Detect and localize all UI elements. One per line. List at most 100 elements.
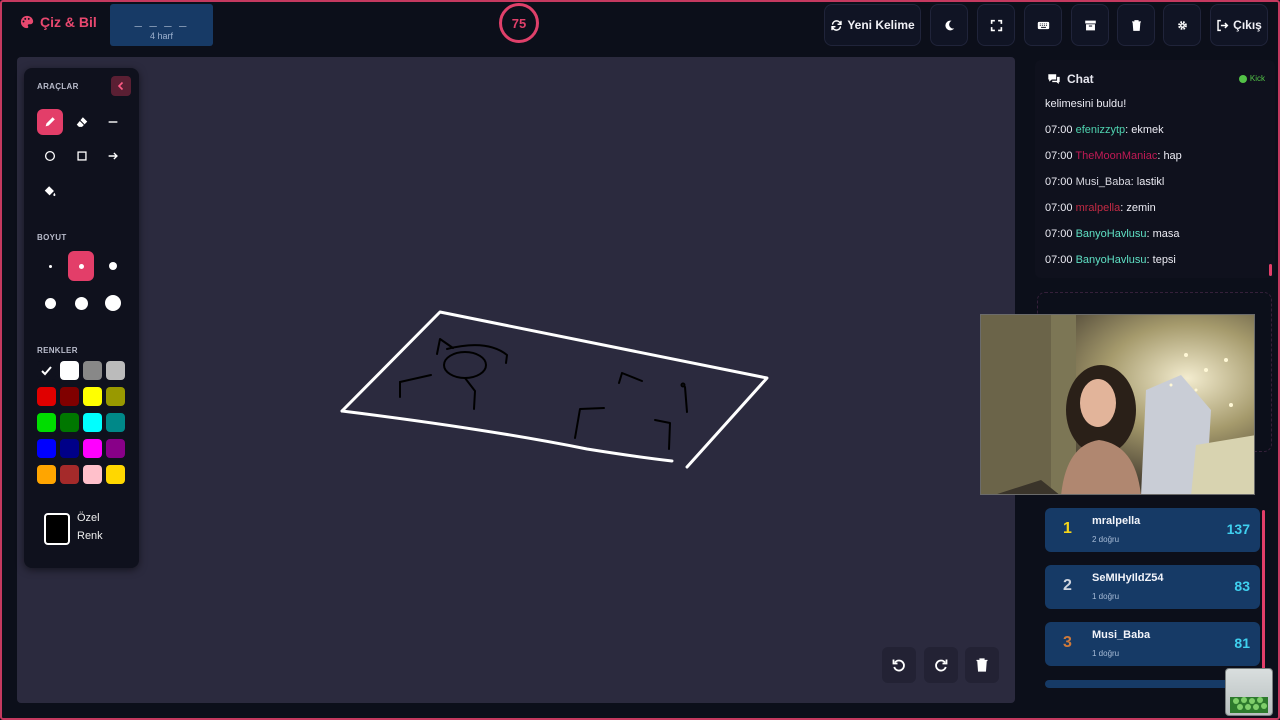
chat-message: 07:00 mralpella: zemin [1045, 202, 1156, 214]
size-option-1[interactable] [37, 251, 63, 281]
pencil-tool[interactable] [37, 109, 63, 135]
rectangle-tool[interactable] [69, 143, 95, 169]
undo-button[interactable] [882, 647, 916, 683]
message-time: 07:00 [1045, 150, 1073, 162]
message-text: : ekmek [1125, 124, 1164, 136]
redo-button[interactable] [924, 647, 958, 683]
tools-panel: ARAÇLAR BOYUT RENKLER Özel Renk [24, 68, 139, 568]
chat-header: Chat [1047, 72, 1094, 86]
platform-status: Kick [1238, 74, 1265, 83]
message-time: 07:00 [1045, 176, 1073, 188]
app-title: Çiz & Bil [40, 14, 97, 30]
message-time: 07:00 [1045, 228, 1073, 240]
line-tool[interactable] [100, 109, 126, 135]
word-hint: 4 harf [149, 31, 173, 41]
player-score: 81 [1234, 635, 1250, 651]
color-swatch[interactable] [106, 465, 125, 484]
message-user[interactable]: BanyoHavlusu [1076, 228, 1147, 240]
color-swatch[interactable] [106, 439, 125, 458]
message-user[interactable]: mralpella [1076, 202, 1121, 214]
check-icon [41, 366, 52, 376]
chat-panel: Chat Kick kelimesini buldu! 07:00 efeniz… [1035, 60, 1275, 278]
exit-button[interactable]: Çıkış [1210, 4, 1268, 46]
leaderboard-row: 1 mralpella 2 doğru 137 [1045, 508, 1260, 552]
fullscreen-button[interactable] [977, 4, 1015, 46]
message-time: 07:00 [1045, 202, 1073, 214]
custom-color-swatch[interactable] [44, 513, 70, 545]
color-swatch[interactable] [106, 361, 125, 380]
clear-all-button[interactable] [1117, 4, 1155, 46]
color-swatch[interactable] [83, 465, 102, 484]
chevron-left-icon [117, 81, 124, 91]
correct-count: 2 doğru [1092, 535, 1120, 544]
new-word-button[interactable]: Yeni Kelime [824, 4, 921, 46]
size-option-3[interactable] [100, 251, 126, 281]
custom-color-label: Özel Renk [77, 512, 103, 542]
color-swatch[interactable] [60, 465, 79, 484]
message-user[interactable]: BanyoHavlusu [1076, 254, 1147, 266]
clear-canvas-button[interactable] [965, 647, 999, 683]
size-heading: BOYUT [37, 233, 67, 242]
color-swatch[interactable] [37, 413, 56, 432]
palette-icon [20, 15, 34, 29]
color-swatch[interactable] [106, 387, 125, 406]
fill-tool[interactable] [37, 178, 63, 204]
dark-mode-button[interactable] [930, 4, 968, 46]
webcam-overlay [980, 314, 1255, 495]
message-user[interactable]: TheMoonManiac [1075, 150, 1157, 162]
color-swatch[interactable] [60, 439, 79, 458]
circle-tool[interactable] [37, 143, 63, 169]
chat-message: 07:00 efenizzytp: ekmek [1045, 124, 1164, 136]
size-option-2[interactable] [68, 251, 94, 281]
chat-title: Chat [1067, 72, 1094, 86]
size-dot [105, 295, 121, 311]
message-user[interactable]: Musi_Baba [1076, 176, 1131, 188]
trash-icon [1131, 19, 1141, 31]
keyboard-button[interactable] [1024, 4, 1062, 46]
paint-bucket-icon [44, 186, 56, 197]
leaderboard-scrollbar[interactable] [1262, 510, 1265, 688]
platform-name: Kick [1249, 74, 1265, 83]
undo-icon [892, 659, 905, 672]
colors-heading: RENKLER [37, 346, 78, 355]
color-swatch[interactable] [37, 439, 56, 458]
color-swatch[interactable] [83, 439, 102, 458]
color-swatch[interactable] [83, 387, 102, 406]
collapse-panel-button[interactable] [111, 76, 131, 96]
drawing-canvas[interactable] [17, 57, 1015, 703]
status-dot [1238, 74, 1247, 83]
message-user[interactable]: efenizzytp [1076, 124, 1126, 136]
size-option-4[interactable] [37, 288, 63, 318]
player-name: SeMIHyIldZ54 [1092, 572, 1164, 584]
color-swatch[interactable] [37, 361, 56, 380]
rank-number: 2 [1063, 577, 1072, 594]
color-swatch[interactable] [83, 413, 102, 432]
color-swatch[interactable] [60, 413, 79, 432]
chat-scrollbar[interactable] [1269, 264, 1272, 276]
word-display: _ _ _ _ 4 harf [110, 4, 213, 46]
color-swatch[interactable] [37, 465, 56, 484]
color-swatch[interactable] [60, 387, 79, 406]
chat-message: 07:00 Musi_Baba: lastikl [1045, 176, 1164, 188]
size-option-5[interactable] [68, 288, 94, 318]
comments-icon [1048, 74, 1060, 84]
keyboard-icon [1037, 21, 1049, 29]
color-swatch[interactable] [60, 361, 79, 380]
color-swatch[interactable] [37, 387, 56, 406]
trash-icon [976, 658, 988, 672]
archive-button[interactable] [1071, 4, 1109, 46]
round-timer: 75 [499, 3, 539, 43]
color-swatch[interactable] [83, 361, 102, 380]
player-name: Musi_Baba [1092, 629, 1151, 641]
arrow-tool[interactable] [100, 143, 126, 169]
square-icon [77, 151, 87, 161]
app-brand: Çiz & Bil [20, 14, 97, 30]
settings-button[interactable] [1163, 4, 1201, 46]
leaderboard-row: 2 SeMIHyIldZ54 1 doğru 83 [1045, 565, 1260, 609]
size-option-6[interactable] [100, 288, 126, 318]
size-dot [48, 264, 52, 268]
moon-icon [944, 20, 954, 30]
color-swatch[interactable] [106, 413, 125, 432]
line-icon [108, 121, 118, 123]
eraser-tool[interactable] [69, 109, 95, 135]
